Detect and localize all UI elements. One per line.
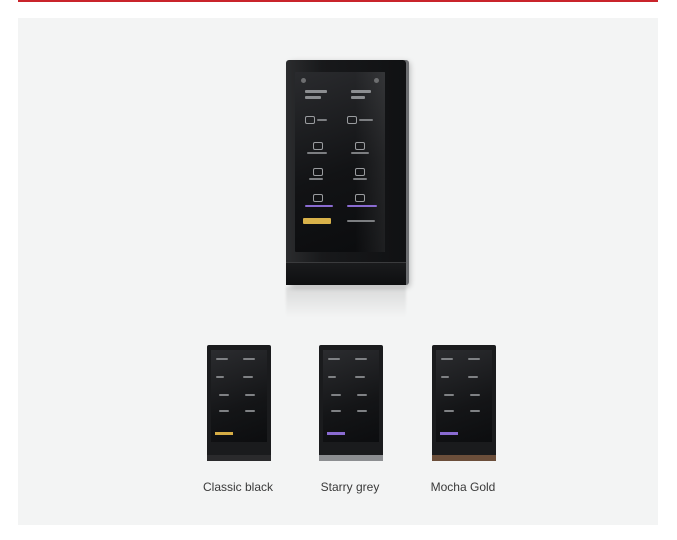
- mini-text: [470, 394, 480, 396]
- tile-icon-3: [313, 142, 323, 150]
- clock-text: [305, 90, 327, 93]
- tile-label-2: [359, 119, 373, 121]
- date-text: [305, 96, 321, 99]
- mini-yellow-button: [215, 432, 233, 435]
- tile-icon-7: [313, 194, 323, 202]
- tile-icon-1: [305, 116, 315, 124]
- mini-text: [331, 394, 341, 396]
- device-bezel: [286, 262, 406, 285]
- tile-label-1: [317, 119, 327, 121]
- tile-icon-8: [355, 194, 365, 202]
- mini-text: [470, 410, 480, 412]
- tile-icon-6: [355, 168, 365, 176]
- weather-sub-text: [351, 96, 365, 99]
- weather-text: [351, 90, 371, 93]
- mini-text: [468, 376, 478, 378]
- device-screen: [295, 72, 385, 252]
- yellow-scene-button: [303, 218, 331, 224]
- mini-purple-button: [327, 432, 345, 435]
- top-divider: [18, 0, 658, 2]
- frame-swatch: [207, 455, 271, 461]
- mini-text: [216, 358, 228, 360]
- mini-text: [219, 394, 229, 396]
- tile-label-5: [309, 178, 323, 180]
- thumbnail-screen: [323, 350, 379, 442]
- main-product-image: [286, 60, 406, 285]
- frame-swatch: [432, 455, 496, 461]
- settings-icon: [374, 78, 379, 83]
- mini-text: [441, 358, 453, 360]
- tile-icon-5: [313, 168, 323, 176]
- variant-thumbnail[interactable]: [432, 345, 496, 461]
- mini-text: [357, 410, 367, 412]
- tile-icon-4: [355, 142, 365, 150]
- tile-label-4: [351, 152, 369, 154]
- mini-text: [243, 376, 253, 378]
- variant-label: Mocha Gold: [430, 480, 496, 494]
- tile-icon-2: [347, 116, 357, 124]
- variant-label: Classic black: [202, 480, 274, 494]
- mini-text: [444, 394, 454, 396]
- mini-text: [219, 410, 229, 412]
- thumbnail-screen: [211, 350, 267, 442]
- variant-thumbnail[interactable]: [319, 345, 383, 461]
- screen-glare: [355, 72, 385, 252]
- purple-accent-2: [347, 205, 377, 207]
- mini-text: [357, 394, 367, 396]
- scene-label: [347, 220, 375, 222]
- mini-text: [331, 410, 341, 412]
- mini-text: [444, 410, 454, 412]
- status-icon: [301, 78, 306, 83]
- device-reflection: [286, 287, 406, 317]
- mini-text: [245, 394, 255, 396]
- mini-text: [468, 358, 480, 360]
- mini-text: [441, 376, 449, 378]
- mini-text: [355, 358, 367, 360]
- tile-label-3: [307, 152, 327, 154]
- mini-text: [245, 410, 255, 412]
- mini-text: [328, 376, 336, 378]
- mini-text: [216, 376, 224, 378]
- variant-label: Starry grey: [320, 480, 380, 494]
- mini-text: [243, 358, 255, 360]
- purple-accent-1: [305, 205, 333, 207]
- tile-label-6: [353, 178, 367, 180]
- mini-text: [328, 358, 340, 360]
- variant-thumbnail[interactable]: [207, 345, 271, 461]
- mini-text: [355, 376, 365, 378]
- thumbnail-screen: [436, 350, 492, 442]
- frame-swatch: [319, 455, 383, 461]
- mini-purple-button: [440, 432, 458, 435]
